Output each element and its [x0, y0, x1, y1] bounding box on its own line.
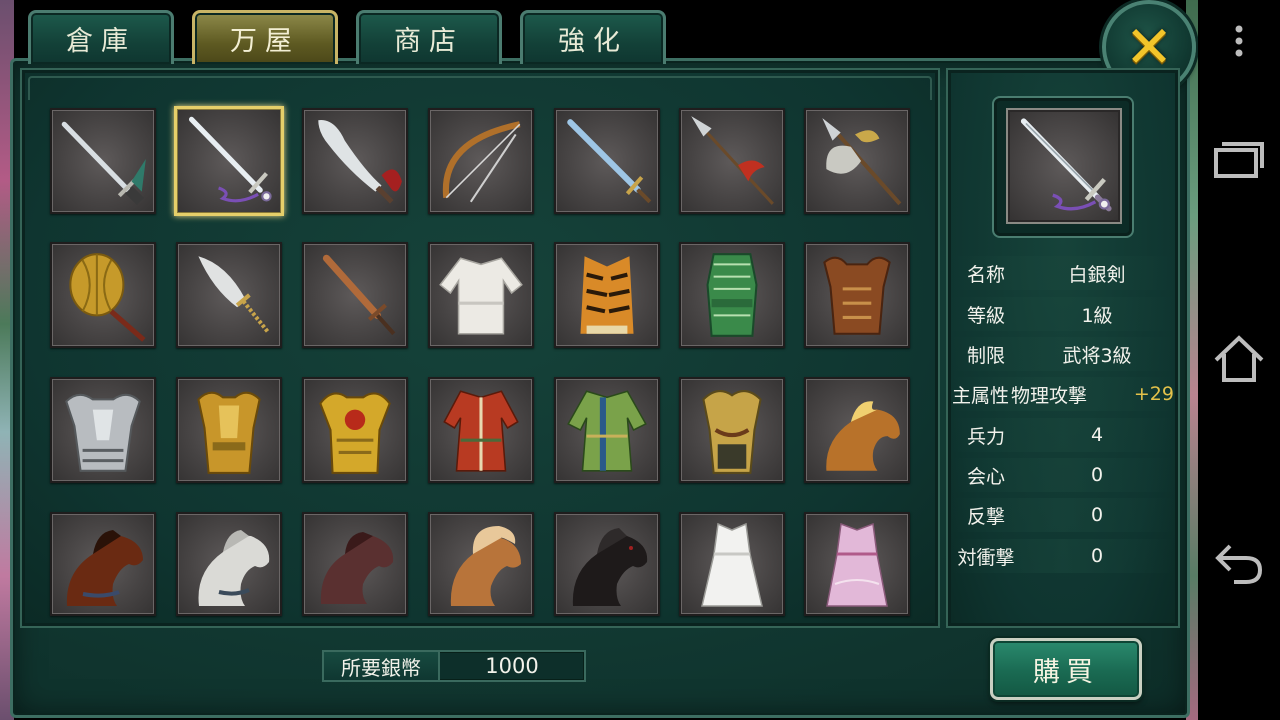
white-silver-sword-icon	[1006, 108, 1122, 224]
broadsword-icon[interactable]	[176, 242, 282, 348]
silver-armor-icon[interactable]	[50, 377, 156, 483]
chestnut-horse-icon[interactable]	[804, 377, 910, 483]
stat-label: 兵力	[966, 425, 1005, 448]
stat-row: 主属性 物理攻撃 +29	[952, 377, 1174, 411]
palomino-horse-icon[interactable]	[428, 512, 534, 616]
stat-label: 主属性	[952, 384, 1010, 407]
stat-label: 等級	[966, 304, 1005, 327]
cost-field: 所要銀幣 1000	[322, 650, 586, 682]
stat-row: 反撃 0	[952, 498, 1174, 532]
green-armor-icon[interactable]	[679, 242, 785, 348]
stat-value: 武将3級	[1062, 344, 1132, 367]
stat-label: 対衝撃	[957, 546, 1015, 569]
spear-icon[interactable]	[679, 108, 785, 214]
stat-value: 物理攻撃	[1011, 384, 1088, 407]
gold-plate-armor-icon[interactable]	[679, 377, 785, 483]
back-icon[interactable]	[1198, 536, 1280, 584]
tiger-vest-icon[interactable]	[554, 242, 660, 348]
stat-row: 制限 武将3級	[952, 337, 1174, 371]
stat-row: 会心 0	[952, 458, 1174, 492]
green-robe-icon[interactable]	[554, 377, 660, 483]
stat-label: 制限	[966, 344, 1005, 367]
halberd-icon[interactable]	[804, 108, 910, 214]
gold-armor-icon[interactable]	[176, 377, 282, 483]
bow-icon[interactable]	[428, 108, 534, 214]
stat-label: 会心	[966, 465, 1005, 488]
cost-label: 所要銀幣	[324, 652, 440, 680]
stat-label: 反撃	[966, 505, 1005, 528]
white-robe-icon[interactable]	[428, 242, 534, 348]
ornate-gold-armor-icon[interactable]	[302, 377, 408, 483]
bronze-sword-icon[interactable]	[302, 242, 408, 348]
buy-button[interactable]: 購買	[990, 638, 1142, 700]
overflow-menu-icon[interactable]	[1198, 24, 1280, 58]
sword-tassel-icon[interactable]	[50, 108, 156, 214]
tab-general-store[interactable]: 万屋	[192, 10, 338, 64]
cost-value: 1000	[485, 654, 539, 678]
stat-row: 等級 1級	[952, 297, 1174, 331]
home-icon[interactable]	[1198, 334, 1280, 384]
stat-value: 0	[1090, 545, 1104, 567]
red-robe-icon[interactable]	[428, 377, 534, 483]
stat-label: 名称	[966, 263, 1005, 286]
mace-icon[interactable]	[50, 242, 156, 348]
tab-enhance[interactable]: 強化	[520, 10, 666, 64]
stat-value: 1級	[1081, 304, 1113, 327]
bay-horse-icon[interactable]	[50, 512, 156, 616]
tab-warehouse[interactable]: 倉庫	[28, 10, 174, 64]
stat-value: 4	[1090, 424, 1104, 446]
blue-sword-icon[interactable]	[554, 108, 660, 214]
item-detail-panel: 名称 白銀剣等級 1級制限 武将3級主属性 物理攻撃 +29 兵力 4 会心 0 反撃 0 対衝撃 0	[946, 68, 1180, 628]
stat-value: 0	[1090, 464, 1104, 486]
dark-bay-horse-icon[interactable]	[302, 512, 408, 616]
stat-value: 0	[1090, 504, 1104, 526]
stat-value: 白銀剣	[1068, 263, 1126, 286]
black-horse-icon[interactable]	[554, 512, 660, 616]
stat-row: 兵力 4	[952, 418, 1174, 452]
recent-apps-icon[interactable]	[1198, 140, 1280, 180]
leather-armor-icon[interactable]	[804, 242, 910, 348]
stat-bonus: +29	[1133, 383, 1174, 405]
tab-shop[interactable]: 商店	[356, 10, 502, 64]
system-nav-bar	[1198, 0, 1280, 720]
stat-row: 名称 白銀剣	[952, 256, 1174, 290]
item-preview-frame	[992, 96, 1134, 238]
stat-row: 対衝撃 0	[952, 539, 1174, 573]
white-silver-sword-icon[interactable]	[174, 106, 284, 216]
white-dress-icon[interactable]	[679, 512, 785, 616]
white-horse-icon[interactable]	[176, 512, 282, 616]
curved-blade-icon[interactable]	[302, 108, 408, 214]
pink-dress-icon[interactable]	[804, 512, 910, 616]
